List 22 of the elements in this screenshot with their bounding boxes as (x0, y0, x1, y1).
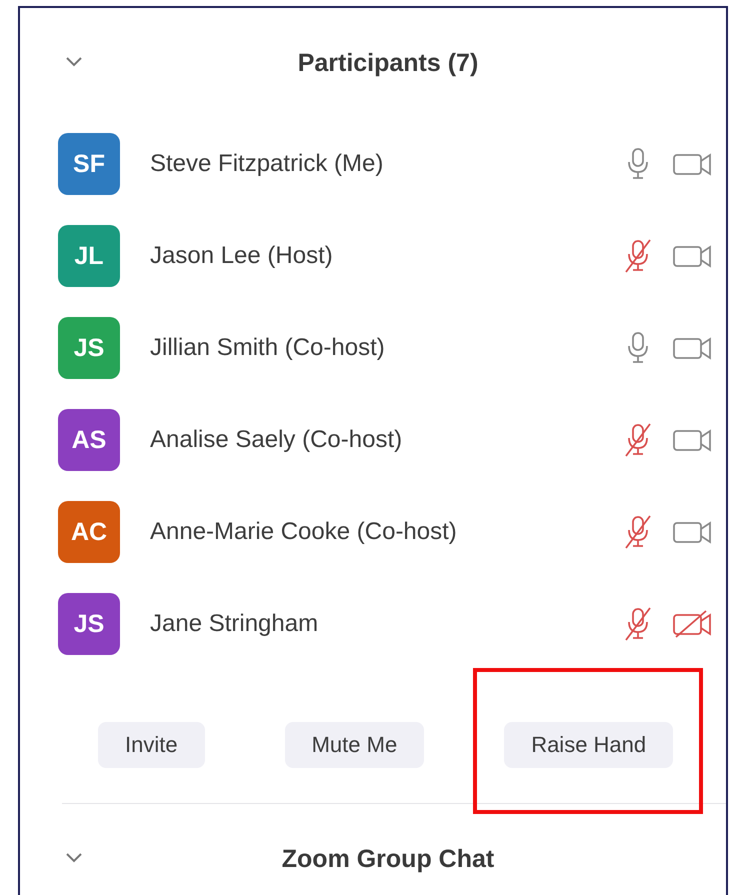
avatar: AC (58, 501, 120, 563)
participant-name: Jason Lee (Host) (150, 242, 334, 270)
avatar: JS (58, 317, 120, 379)
video-off-icon[interactable] (672, 610, 712, 638)
section-title: Participants (7) (296, 48, 478, 78)
action-button[interactable]: Invite (98, 722, 205, 768)
avatar: SF (58, 133, 120, 195)
section-title: Zoom Group Chat (280, 844, 494, 874)
avatar: AS (58, 409, 120, 471)
action-button[interactable]: Mute Me (284, 722, 424, 768)
avatar: JL (58, 225, 120, 287)
participant-name: Steve Fitzpatrick (Me) (150, 150, 384, 178)
muted-microphone-icon[interactable] (624, 238, 652, 274)
action-button[interactable]: Raise Hand (504, 722, 674, 768)
participant-name: Jane Stringham (150, 610, 320, 638)
participant-name: Jillian Smith (Co-host) (150, 334, 386, 362)
participant-name: Analise Saely (Co-host) (150, 426, 404, 454)
avatar: JS (58, 593, 120, 655)
participant-name: Anne-Marie Cooke (Co-host) (150, 518, 458, 546)
muted-microphone-icon[interactable] (624, 422, 652, 458)
muted-microphone-icon[interactable] (624, 514, 652, 550)
muted-microphone-icon[interactable] (624, 606, 652, 642)
